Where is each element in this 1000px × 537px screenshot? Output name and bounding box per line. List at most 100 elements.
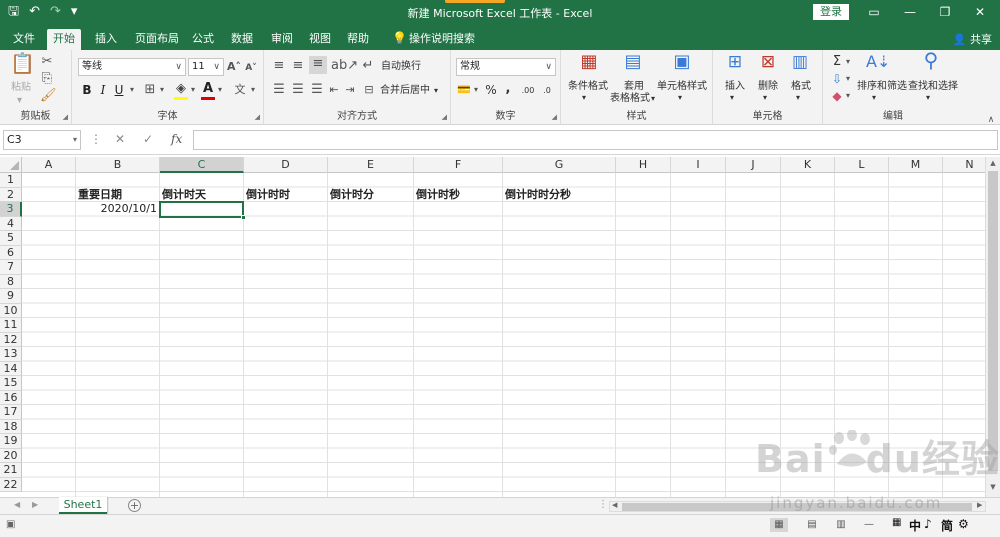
sheet-tab[interactable]: Sheet1 — [59, 497, 107, 514]
cell-c2[interactable]: 倒计时天 — [160, 188, 208, 202]
cell-b2[interactable]: 重要日期 — [76, 188, 124, 202]
font-name-select[interactable]: 等线 ∨ — [78, 58, 186, 76]
row-header[interactable]: 3 — [0, 202, 22, 217]
insert-cells-button[interactable]: 插入 — [725, 81, 745, 93]
row-header[interactable]: 20 — [0, 448, 22, 463]
format-painter-icon[interactable]: 🖌 — [40, 88, 57, 104]
phonetic-dropdown-icon[interactable]: ▾ — [249, 82, 257, 98]
cell-styles-icon[interactable]: ▣ — [670, 53, 694, 71]
clipboard-launcher-icon[interactable]: ◢ — [63, 113, 68, 121]
align-right-icon[interactable]: ☰ — [309, 82, 325, 98]
cell-styles-dropdown-icon[interactable]: ▾ — [678, 92, 682, 104]
row-header[interactable]: 1 — [0, 173, 22, 188]
cell-g2[interactable]: 倒计时时分秒 — [503, 188, 573, 202]
sort-filter-icon[interactable]: A⇣ — [866, 54, 890, 70]
row-header[interactable]: 12 — [0, 332, 22, 347]
format-as-table-label-1[interactable]: 套用 — [624, 81, 644, 93]
minimize-icon[interactable]: — — [900, 3, 920, 21]
row-header[interactable]: 13 — [0, 347, 22, 362]
format-cells-icon[interactable]: ▥ — [789, 54, 811, 71]
cell-f2[interactable]: 倒计时秒 — [414, 188, 462, 202]
macro-record-icon[interactable]: ▣ — [6, 519, 15, 530]
fill-color-dropdown-icon[interactable]: ▾ — [189, 82, 197, 98]
cell-d2[interactable]: 倒计时时 — [244, 188, 292, 202]
insert-dropdown-icon[interactable]: ▾ — [730, 92, 734, 104]
delete-cells-button[interactable]: 删除 — [758, 81, 778, 93]
vertical-scroll-thumb[interactable] — [988, 171, 998, 471]
column-header[interactable]: I — [671, 157, 726, 173]
autosum-dropdown-icon[interactable]: ▾ — [844, 54, 852, 70]
font-size-select[interactable]: 11 ∨ — [188, 58, 224, 76]
insert-function-icon[interactable]: fx — [171, 132, 182, 146]
add-sheet-icon[interactable]: + — [128, 499, 141, 512]
sheet-prev-icon[interactable]: ◀ — [14, 500, 20, 509]
row-header[interactable]: 10 — [0, 303, 22, 318]
fill-handle[interactable] — [241, 214, 246, 220]
accounting-format-icon[interactable]: 💳 — [457, 82, 471, 98]
tab-home[interactable]: 开始 — [47, 29, 81, 50]
conditional-format-icon[interactable]: ▦ — [577, 53, 601, 71]
find-select-icon[interactable]: ⚲ — [919, 50, 943, 70]
comma-style-icon[interactable]: , — [502, 81, 514, 97]
align-middle-icon[interactable]: ≡ — [290, 58, 306, 74]
font-color-icon[interactable]: A — [201, 81, 215, 100]
paste-dropdown-icon[interactable]: ▾ — [17, 95, 22, 107]
column-header[interactable]: K — [781, 157, 835, 173]
decrease-decimal-icon[interactable]: .0 — [538, 83, 556, 99]
underline-button[interactable]: U — [113, 82, 125, 98]
italic-button[interactable]: I — [97, 82, 109, 98]
ime-chinese-mode[interactable]: 中 — [909, 517, 921, 534]
percent-icon[interactable]: % — [484, 82, 498, 98]
font-color-dropdown-icon[interactable]: ▾ — [216, 82, 224, 98]
row-header[interactable]: 2 — [0, 187, 22, 202]
page-break-view-icon[interactable]: ▥ — [832, 518, 850, 532]
orientation-icon[interactable]: ab↗ — [331, 58, 358, 74]
align-bottom-icon[interactable]: ≡ — [309, 56, 327, 74]
align-top-icon[interactable]: ≡ — [271, 58, 287, 74]
normal-view-icon[interactable]: ▦ — [770, 518, 788, 532]
decrease-font-icon[interactable]: A˅ — [244, 60, 258, 76]
column-header[interactable]: N — [943, 157, 985, 173]
name-box[interactable]: C3 ▾ — [3, 130, 81, 150]
column-header[interactable]: M — [889, 157, 943, 173]
column-header[interactable]: D — [244, 157, 328, 173]
scroll-right-icon[interactable]: ▶ — [977, 501, 982, 509]
number-launcher-icon[interactable]: ◢ — [552, 113, 557, 121]
alignment-launcher-icon[interactable]: ◢ — [442, 113, 447, 121]
tab-file[interactable]: 文件 — [7, 29, 41, 50]
column-header[interactable]: C — [160, 157, 244, 173]
column-header[interactable]: A — [22, 157, 76, 173]
cell-b3[interactable]: 2020/10/1 — [76, 202, 159, 216]
delete-cells-icon[interactable]: ⊠ — [757, 54, 779, 71]
column-header[interactable]: G — [503, 157, 616, 173]
sheet-next-icon[interactable]: ▶ — [32, 500, 38, 509]
fill-icon[interactable]: ⇩ — [830, 71, 844, 87]
cancel-entry-icon[interactable]: ✕ — [115, 132, 125, 146]
increase-font-icon[interactable]: A˄ — [227, 59, 241, 75]
sort-filter-button[interactable]: 排序和筛选 — [857, 81, 907, 93]
confirm-entry-icon[interactable]: ✓ — [143, 132, 153, 146]
column-header[interactable]: L — [835, 157, 889, 173]
restore-icon[interactable]: ❐ — [935, 3, 955, 21]
increase-decimal-icon[interactable]: .00 — [519, 83, 537, 99]
tell-me-search[interactable]: 操作说明搜索 — [403, 29, 481, 50]
borders-dropdown-icon[interactable]: ▾ — [158, 82, 166, 98]
clear-icon[interactable]: ◆ — [830, 88, 844, 104]
active-cell-selection[interactable] — [159, 201, 244, 218]
row-header[interactable]: 22 — [0, 477, 22, 492]
ime-punctuation-icon[interactable]: ♪ — [924, 517, 932, 531]
accounting-dropdown-icon[interactable]: ▾ — [472, 82, 480, 98]
fill-color-icon[interactable]: ◈ — [174, 81, 188, 100]
ribbon-display-icon[interactable]: ▭ — [864, 3, 884, 21]
tab-data[interactable]: 数据 — [225, 29, 259, 50]
tab-split-handle[interactable]: ⋮ — [598, 499, 608, 510]
tab-insert[interactable]: 插入 — [89, 29, 123, 50]
row-header[interactable]: 14 — [0, 361, 22, 376]
paste-icon[interactable]: 📋 — [10, 53, 35, 79]
row-header[interactable]: 5 — [0, 231, 22, 246]
close-icon[interactable]: ✕ — [970, 3, 990, 21]
tab-view[interactable]: 视图 — [303, 29, 337, 50]
row-header[interactable]: 17 — [0, 405, 22, 420]
merge-center-icon[interactable]: ⊟ — [362, 82, 376, 98]
insert-cells-icon[interactable]: ⊞ — [724, 54, 746, 71]
